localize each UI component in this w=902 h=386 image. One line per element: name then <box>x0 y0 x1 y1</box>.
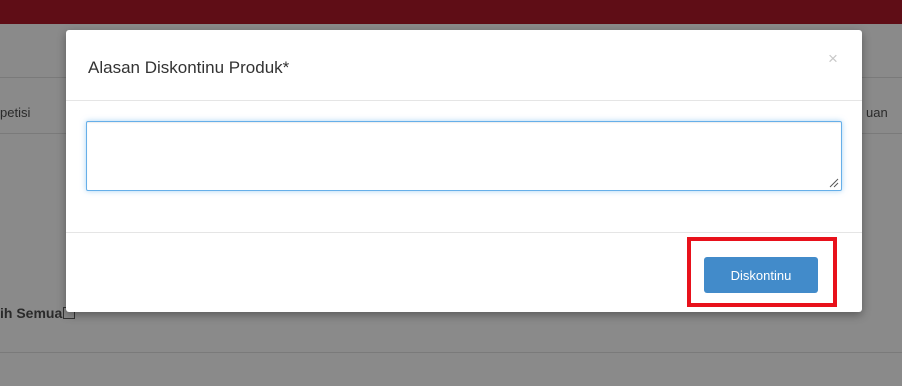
discontinue-modal: Alasan Diskontinu Produk* × Diskontinu <box>66 30 862 312</box>
table-header-left: petisi <box>0 105 31 120</box>
select-all-row: ih Semua <box>0 305 76 321</box>
modal-footer: Diskontinu <box>66 232 862 313</box>
table-header-right: uan <box>866 105 888 120</box>
discontinue-button[interactable]: Diskontinu <box>704 257 818 293</box>
reason-field-wrapper <box>86 121 842 191</box>
annotation-highlight-box: Diskontinu <box>687 237 837 307</box>
resize-grip-icon[interactable] <box>829 178 839 188</box>
page: petisi uan ih Semua Alasan Diskontinu Pr… <box>0 0 902 386</box>
modal-title: Alasan Diskontinu Produk* <box>88 58 290 77</box>
close-icon[interactable]: × <box>824 50 842 68</box>
select-all-label: ih Semua <box>0 305 63 321</box>
table-divider <box>0 352 902 353</box>
top-navbar <box>0 0 902 24</box>
reason-textarea[interactable] <box>86 121 842 191</box>
modal-header: Alasan Diskontinu Produk* × <box>66 30 862 101</box>
